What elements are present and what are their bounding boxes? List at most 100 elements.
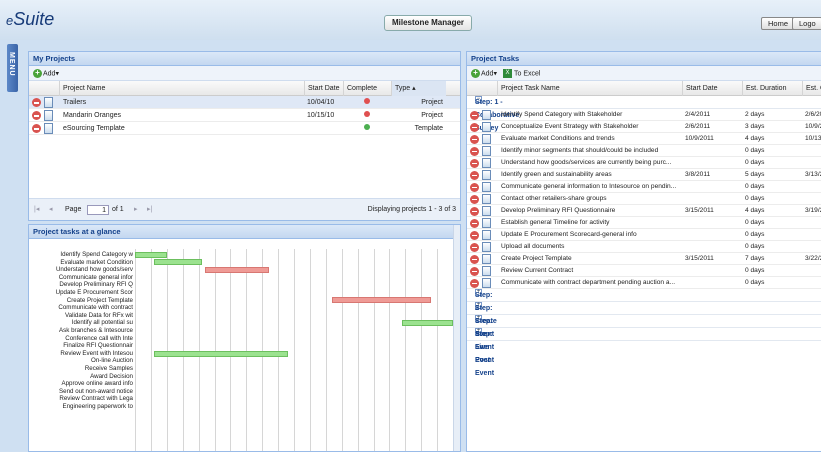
delete-icon[interactable] bbox=[470, 182, 479, 192]
col-est-completion[interactable]: Est. C bbox=[802, 81, 821, 96]
col-est-duration[interactable]: Est. Duration bbox=[742, 81, 802, 96]
col-type[interactable]: Type ▴ bbox=[391, 81, 446, 96]
task-row[interactable]: Evaluate market Conditions and trends 10/… bbox=[467, 133, 821, 145]
task-row[interactable]: Establish general Timeline for activity 0… bbox=[467, 217, 821, 229]
project-row[interactable]: Mandarin Oranges 10/15/10 Project bbox=[29, 109, 460, 122]
next-page-icon[interactable]: ▸ bbox=[134, 199, 138, 220]
task-row[interactable]: Upload all documents 0 days bbox=[467, 241, 821, 253]
col-project-name[interactable]: Project Name bbox=[59, 81, 304, 96]
task-est-completion bbox=[805, 217, 821, 229]
task-duration: 0 days bbox=[745, 183, 765, 190]
project-row[interactable]: Trailers 10/04/10 Project bbox=[29, 96, 460, 109]
step-group-header[interactable]: + Step: 5 - Post Event bbox=[467, 328, 821, 377]
delete-icon[interactable] bbox=[470, 158, 479, 168]
task-row[interactable]: Create Project Template 3/15/2011 7 days 3/… bbox=[467, 253, 821, 265]
task-row[interactable]: Communicate with contract department pen… bbox=[467, 277, 821, 289]
delete-icon[interactable] bbox=[470, 122, 479, 132]
document-icon[interactable] bbox=[482, 229, 491, 240]
task-duration: 0 days bbox=[745, 147, 765, 154]
gantt-gridline bbox=[405, 249, 407, 451]
vertical-scrollbar[interactable] bbox=[453, 225, 460, 451]
delete-icon[interactable] bbox=[470, 218, 479, 228]
delete-icon[interactable] bbox=[470, 134, 479, 144]
delete-icon[interactable] bbox=[32, 98, 41, 107]
document-icon[interactable] bbox=[482, 217, 491, 228]
document-icon[interactable] bbox=[44, 97, 53, 108]
task-name: Contact other retailers-share groups bbox=[501, 195, 607, 202]
col-start-date[interactable]: Start Date bbox=[304, 81, 343, 96]
tasks-grid-body: −Step: 1 - Collaborative SurveyIdentify … bbox=[467, 96, 821, 377]
task-row[interactable]: Contact other retailers-share groups 0 da… bbox=[467, 193, 821, 205]
gantt-bar[interactable] bbox=[154, 259, 202, 266]
delete-icon[interactable] bbox=[470, 146, 479, 156]
task-row[interactable]: Identify Spend Category with Stakeholder… bbox=[467, 109, 821, 121]
task-row[interactable]: Update E Procurement Scorecard-general i… bbox=[467, 229, 821, 241]
last-page-icon[interactable]: ▸| bbox=[147, 199, 152, 220]
delete-icon[interactable] bbox=[470, 110, 479, 120]
document-icon[interactable] bbox=[482, 193, 491, 204]
task-row[interactable]: Identify green and sustainability areas 3… bbox=[467, 169, 821, 181]
document-icon[interactable] bbox=[482, 145, 491, 156]
document-icon[interactable] bbox=[482, 241, 491, 252]
delete-icon[interactable] bbox=[470, 254, 479, 264]
gantt-bar[interactable] bbox=[332, 297, 431, 304]
first-page-icon[interactable]: |◂ bbox=[34, 199, 39, 220]
delete-icon[interactable] bbox=[470, 242, 479, 252]
pager-display: Displaying projects 1 - 3 of 3 bbox=[367, 206, 456, 213]
document-icon[interactable] bbox=[482, 205, 491, 216]
delete-icon[interactable] bbox=[470, 206, 479, 216]
document-icon[interactable] bbox=[482, 133, 491, 144]
col-start-date[interactable]: Start Date bbox=[682, 81, 742, 96]
gantt-task-label: Communicate with contract bbox=[58, 304, 133, 312]
add-project-button[interactable]: + Add▾ bbox=[33, 68, 59, 78]
document-icon[interactable] bbox=[44, 123, 53, 134]
document-icon[interactable] bbox=[482, 181, 491, 192]
col-complete[interactable]: Complete bbox=[343, 81, 391, 96]
delete-icon[interactable] bbox=[470, 266, 479, 276]
task-row[interactable]: Review Current Contract 0 days bbox=[467, 265, 821, 277]
task-name: Evaluate market Conditions and trends bbox=[501, 135, 615, 142]
task-row[interactable]: Develop Preliminary RFI Questionnaire 3/1… bbox=[467, 205, 821, 217]
task-est-completion bbox=[805, 265, 821, 277]
project-row[interactable]: eSourcing Template Template bbox=[29, 122, 460, 135]
gantt-bar[interactable] bbox=[135, 251, 167, 258]
document-icon[interactable] bbox=[482, 157, 491, 168]
step-group-header[interactable]: + Step: 4 - Live Event bbox=[467, 315, 821, 364]
gantt-bar[interactable] bbox=[154, 350, 288, 357]
menu-tab[interactable]: MENU bbox=[7, 44, 18, 92]
gantt-bar[interactable] bbox=[402, 320, 453, 327]
add-task-button[interactable]: + Add▾ bbox=[471, 68, 497, 78]
panel-title: Project Tasks bbox=[467, 52, 821, 66]
task-row[interactable]: Identify minor segments that should/coul… bbox=[467, 145, 821, 157]
gantt-bar[interactable] bbox=[204, 267, 269, 273]
delete-icon[interactable] bbox=[470, 230, 479, 240]
document-icon[interactable] bbox=[44, 110, 53, 121]
step-group-header[interactable]: + Step: 2 - Create Event bbox=[467, 289, 821, 338]
delete-icon[interactable] bbox=[32, 124, 41, 133]
logout-button[interactable]: Logo bbox=[792, 17, 821, 30]
delete-icon[interactable] bbox=[470, 278, 479, 288]
document-icon[interactable] bbox=[482, 265, 491, 276]
project-name: Trailers bbox=[63, 99, 87, 106]
step-group-header[interactable]: + Step: 3 - Pre Event bbox=[467, 302, 821, 351]
page-input[interactable]: 1 bbox=[87, 205, 109, 215]
document-icon[interactable] bbox=[482, 277, 491, 288]
task-name: Conceptualize Event Strategy with Stakeh… bbox=[501, 123, 639, 130]
document-icon[interactable] bbox=[482, 109, 491, 120]
prev-page-icon[interactable]: ◂ bbox=[49, 199, 53, 220]
document-icon[interactable] bbox=[482, 121, 491, 132]
delete-icon[interactable] bbox=[470, 170, 479, 180]
document-icon[interactable] bbox=[482, 253, 491, 264]
col-task-name[interactable]: Project Task Name bbox=[497, 81, 682, 96]
task-row[interactable]: Conceptualize Event Strategy with Stakeh… bbox=[467, 121, 821, 133]
export-excel-button[interactable]: X To Excel bbox=[502, 68, 540, 78]
task-row[interactable]: Understand how goods/services are curren… bbox=[467, 157, 821, 169]
step-group-header[interactable]: −Step: 1 - Collaborative Survey bbox=[467, 96, 821, 132]
task-est-completion bbox=[805, 241, 821, 253]
delete-icon[interactable] bbox=[470, 194, 479, 204]
home-button[interactable]: Home bbox=[761, 17, 796, 30]
task-row[interactable]: Communicate general information to Intes… bbox=[467, 181, 821, 193]
delete-icon[interactable] bbox=[32, 111, 41, 120]
task-duration: 2 days bbox=[745, 111, 765, 118]
document-icon[interactable] bbox=[482, 169, 491, 180]
